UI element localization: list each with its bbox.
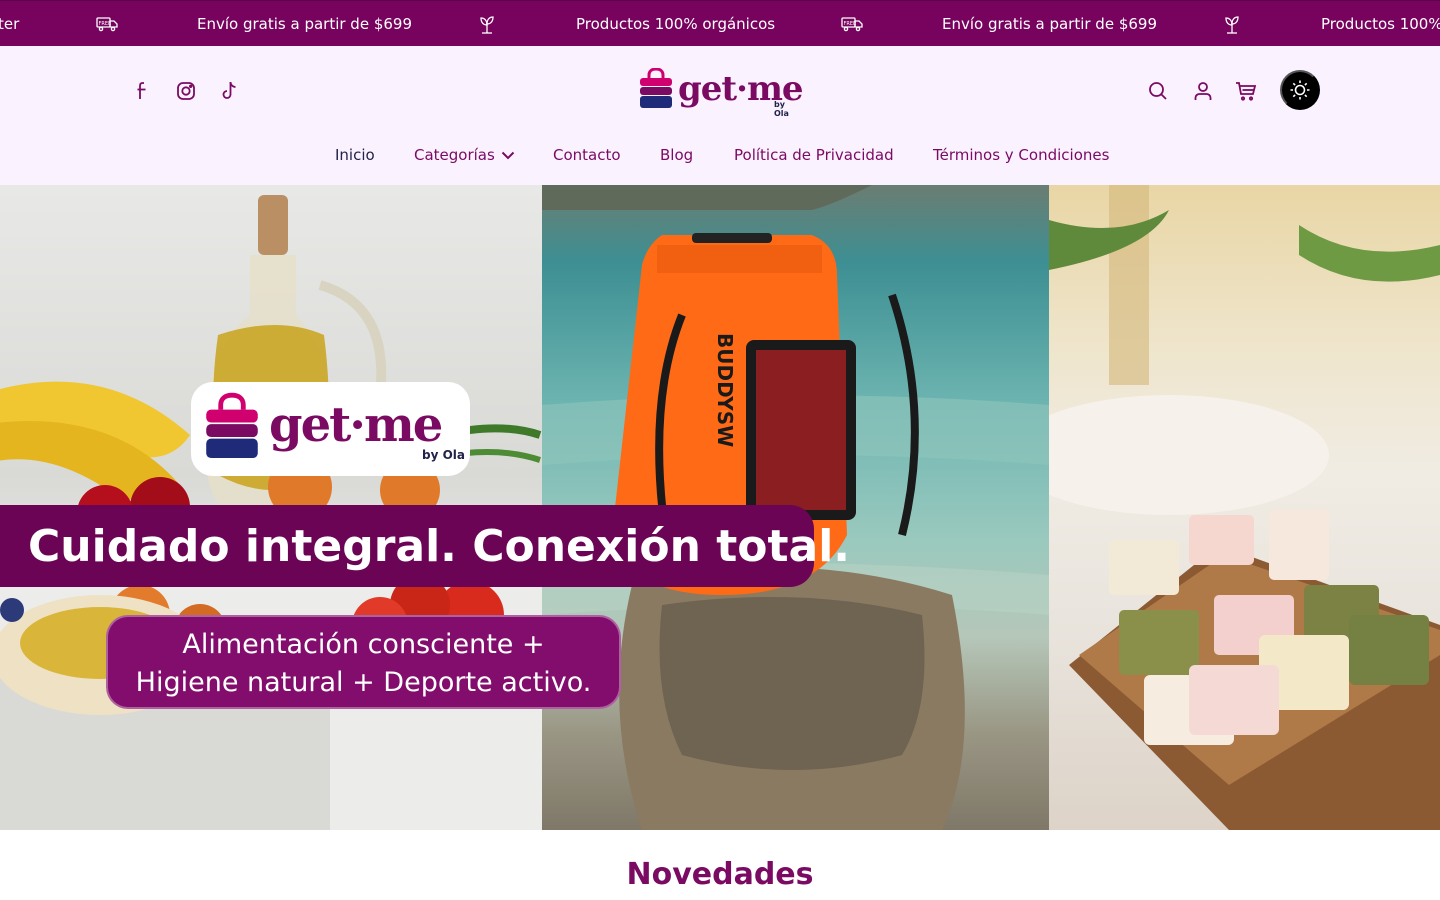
bag-brand-text: BUDDYSW: [713, 333, 737, 447]
announcement-item: Envío gratis a partir de $699: [197, 15, 413, 33]
nav-item-categorias[interactable]: Categorías: [414, 143, 515, 167]
search-icon[interactable]: [1146, 79, 1170, 103]
section-title-novedades: Novedades: [626, 857, 814, 892]
hero-logo-byline: by Ola: [422, 448, 466, 462]
nav-item-inicio[interactable]: Inicio: [335, 143, 375, 167]
site-logo[interactable]: get·me by Ola: [638, 66, 804, 118]
sun-icon: [1290, 80, 1310, 100]
hero-logo-card: get·me by Ola: [191, 382, 470, 476]
announcement-item: Productos 100% orgánicos: [1321, 15, 1440, 33]
nav-item-label: Categorías: [414, 146, 495, 164]
announcement-bar: ter FREE Envío gratis a partir de $699 P…: [0, 0, 1440, 46]
hero-banner[interactable]: get·me by Ola BUDDYSW Cuidado integral. …: [0, 185, 1440, 830]
nav-item-contacto[interactable]: Contacto: [553, 143, 621, 167]
hero-subline-box: Alimentación consciente + Higiene natura…: [106, 615, 621, 709]
logo-byline: by Ola: [774, 100, 789, 118]
facebook-icon[interactable]: [131, 80, 153, 102]
hero-logo-wordmark: get·me: [269, 397, 443, 453]
nav-item-politica-privacidad[interactable]: Política de Privacidad: [734, 143, 894, 167]
sprout-icon: [476, 14, 498, 34]
hero-subline-1: Alimentación consciente +: [182, 629, 545, 660]
tiktok-icon[interactable]: [219, 80, 241, 102]
announcement-item: Envío gratis a partir de $699: [942, 15, 1158, 33]
truck-badge-text: FREE: [99, 21, 112, 27]
announcement-fragment: ter: [0, 15, 20, 33]
free-shipping-truck-icon: FREE: [96, 14, 118, 34]
account-icon[interactable]: [1191, 79, 1215, 103]
soap-bars-photo: [1049, 185, 1440, 830]
nav-item-terminos-condiciones[interactable]: Términos y Condiciones: [933, 143, 1109, 167]
chevron-down-icon: [501, 151, 515, 159]
free-shipping-truck-icon: FREE: [841, 14, 863, 34]
instagram-icon[interactable]: [175, 80, 197, 102]
hero-subline-2: Higiene natural + Deporte activo.: [135, 667, 592, 698]
hero-headline: Cuidado integral. Conexión total.: [0, 505, 850, 587]
shopping-bag-logo-icon: [640, 68, 672, 108]
nav-item-blog[interactable]: Blog: [660, 143, 693, 167]
theme-toggle-button[interactable]: [1280, 70, 1320, 110]
shopping-bag-logo-icon: [206, 392, 258, 458]
cart-icon[interactable]: [1234, 79, 1258, 103]
sprout-icon: [1221, 14, 1243, 34]
hero-panel-hygiene: [1049, 185, 1440, 830]
announcement-item: Productos 100% orgánicos: [576, 15, 776, 33]
truck-badge-text: FREE: [844, 21, 857, 27]
